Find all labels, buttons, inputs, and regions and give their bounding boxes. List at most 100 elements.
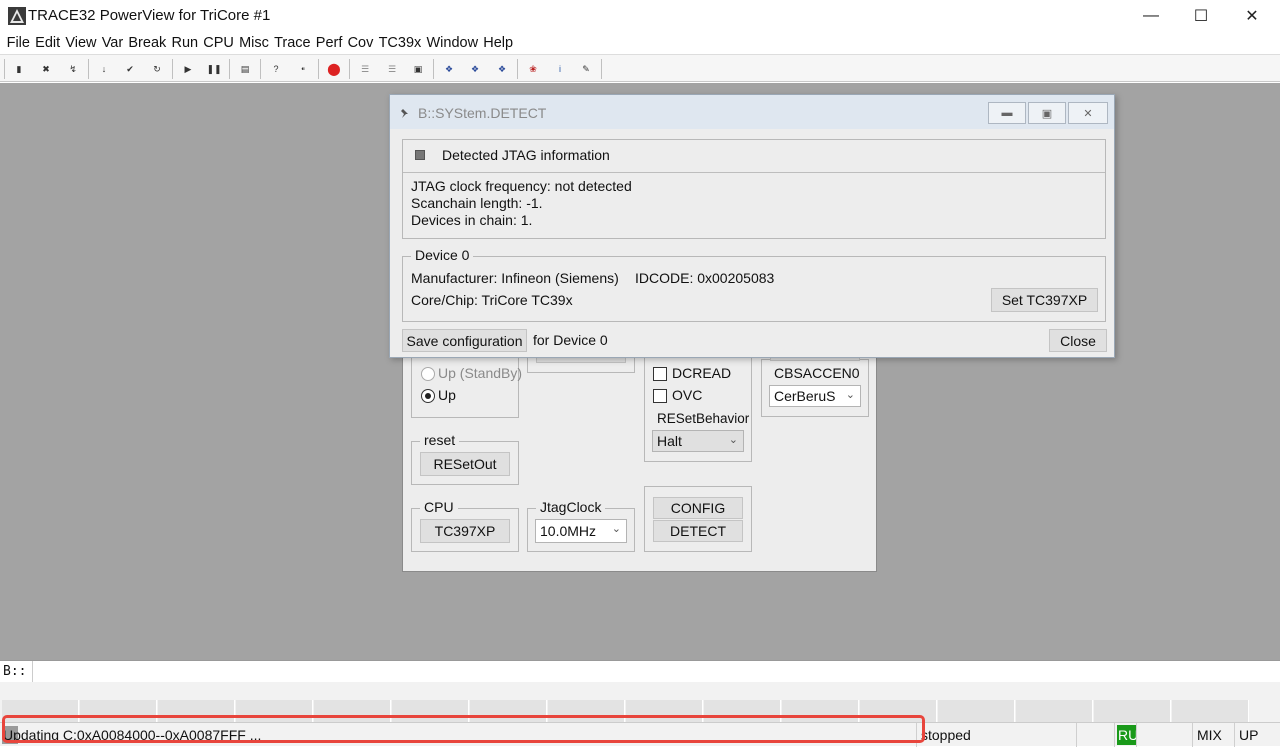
toolbar-separator — [349, 59, 350, 79]
command-prompt: B:: — [3, 664, 27, 679]
go-icon[interactable]: ▶ — [176, 57, 200, 81]
chevron-down-icon: ⌄ — [611, 523, 621, 535]
menu-window[interactable]: Window — [424, 35, 481, 51]
close-button[interactable]: Close — [1049, 329, 1107, 352]
toolbar-separator — [318, 59, 319, 79]
softkey[interactable] — [1172, 700, 1249, 722]
list-icon[interactable]: ▤ — [233, 57, 257, 81]
softkey[interactable] — [938, 700, 1015, 722]
menu-cpu[interactable]: CPU — [201, 35, 237, 51]
stop-icon[interactable]: ⬤ — [322, 57, 346, 81]
cpu-group-label: CPU — [420, 499, 458, 515]
maximize-icon[interactable]: ☐ — [1176, 0, 1226, 32]
per-icon-3[interactable]: ❖ — [490, 57, 514, 81]
toolbar-separator — [517, 59, 518, 79]
per-icon-1[interactable]: ❖ — [437, 57, 461, 81]
toolbar-separator — [229, 59, 230, 79]
per-icon-2[interactable]: ❖ — [463, 57, 487, 81]
up-indicator: UP — [1234, 723, 1280, 747]
set-tc397xp-button[interactable]: Set TC397XP — [991, 288, 1098, 312]
menu-break[interactable]: Break — [126, 35, 169, 51]
system-settings-window: Up (StandBy) Up DCREAD OVC RESetBehavior… — [402, 344, 877, 572]
detect-dialog-title: B::SYStem.DETECT — [418, 105, 547, 121]
save-configuration-button[interactable]: Save configuration — [402, 329, 527, 352]
toolbar-separator — [433, 59, 434, 79]
menu-perf[interactable]: Perf — [313, 35, 345, 51]
command-line: B:: — [0, 660, 1280, 682]
radio-up-standby[interactable] — [421, 367, 435, 381]
pin-icon[interactable] — [400, 108, 410, 118]
menu-cov[interactable]: Cov — [345, 35, 376, 51]
title-bar: TRACE32 PowerView for TriCore #1 — ☐ ✕ — [0, 0, 1280, 32]
softkey[interactable] — [1016, 700, 1093, 722]
menu-tc39x[interactable]: TC39x — [376, 35, 424, 51]
tool-icon[interactable]: ✎ — [574, 57, 598, 81]
minimize-icon[interactable]: — — [1126, 0, 1176, 32]
menu-var[interactable]: Var — [99, 35, 126, 51]
break-icon[interactable]: ❚❚ — [202, 57, 226, 81]
device-0-label: Device 0 — [411, 247, 474, 263]
radio-up[interactable] — [421, 389, 435, 403]
softkey[interactable] — [1094, 700, 1171, 722]
config-button[interactable]: CONFIG — [653, 497, 743, 519]
reset-behavior-select[interactable]: Halt ⌄ — [652, 430, 744, 452]
jtagclock-select[interactable]: 10.0MHz ⌄ — [535, 519, 627, 543]
menu-view[interactable]: View — [63, 35, 99, 51]
maximize-icon[interactable]: ▣ — [1028, 102, 1066, 124]
toolbar-separator — [88, 59, 89, 79]
cpu-select-button[interactable]: TC397XP — [420, 519, 510, 543]
toolbar: ▮ ✖ ↯ ↓ ✔ ↻ ▶ ❚❚ ▤ ? ⁌ ⬤ ☰ ☰ ▣ ❖ ❖ ❖ ❀ i… — [0, 54, 1280, 82]
run-indicator: RU — [1114, 723, 1136, 747]
info-box-icon — [415, 150, 425, 160]
status-spacer — [1076, 723, 1114, 747]
jtagclock-value: 10.0MHz — [540, 523, 597, 539]
jtag-info-header: Detected JTAG information — [442, 147, 610, 163]
list-source-icon[interactable]: ☰ — [353, 57, 377, 81]
info-icon[interactable]: i — [548, 57, 572, 81]
menu-misc[interactable]: Misc — [236, 35, 271, 51]
bug-icon[interactable]: ❀ — [521, 57, 545, 81]
return-icon[interactable]: ↻ — [145, 57, 169, 81]
for-device-label: for Device 0 — [533, 332, 608, 348]
dcread-checkbox[interactable] — [653, 367, 667, 381]
idcode-text: IDCODE: 0x00205083 — [635, 270, 775, 286]
memory-icon[interactable]: ▣ — [406, 57, 430, 81]
ovc-checkbox[interactable] — [653, 389, 667, 403]
jtag-clock-line: JTAG clock frequency: not detected — [411, 178, 632, 194]
cbsaccen-value: CerBeruS — [774, 388, 836, 404]
detect-button[interactable]: DETECT — [653, 520, 743, 542]
status-spacer-2 — [1136, 723, 1192, 747]
window-title: TRACE32 PowerView for TriCore #1 — [28, 7, 271, 24]
close-icon[interactable]: ✕ — [1068, 102, 1108, 124]
toolbar-separator — [260, 59, 261, 79]
toolbar-separator — [601, 59, 602, 79]
step-out-icon[interactable]: ↯ — [61, 57, 85, 81]
help-context-icon[interactable]: ⁌ — [291, 57, 315, 81]
down-icon[interactable]: ↓ — [92, 57, 116, 81]
target-state: stopped — [916, 723, 1076, 747]
menu-trace[interactable]: Trace — [271, 35, 313, 51]
reset-out-button[interactable]: RESetOut — [420, 452, 510, 476]
close-window-icon[interactable]: ✕ — [1227, 0, 1277, 32]
minimize-icon[interactable]: ▬ — [988, 102, 1026, 124]
cbsaccen-select[interactable]: CerBeruS ⌄ — [769, 385, 861, 407]
menu-file[interactable]: File — [4, 35, 33, 51]
jtag-info-divider — [403, 172, 1105, 173]
radio-up-standby-label: Up (StandBy) — [438, 365, 523, 381]
status-highlight-box — [2, 715, 925, 743]
step-over-icon[interactable]: ✖ — [34, 57, 58, 81]
menu-edit[interactable]: Edit — [33, 35, 63, 51]
list-mixed-icon[interactable]: ☰ — [380, 57, 404, 81]
cbsaccen-label: CBSACCEN0 — [770, 365, 864, 381]
config-detect-group — [644, 486, 752, 552]
step-into-icon[interactable]: ▮ — [7, 57, 31, 81]
menu-bar: File Edit View Var Break Run CPU Misc Tr… — [0, 32, 1280, 54]
chevron-down-icon: ⌄ — [845, 389, 855, 401]
reset-behavior-label: RESetBehavior — [657, 411, 750, 426]
command-input[interactable] — [32, 661, 1277, 682]
detect-title-bar: B::SYStem.DETECT ▬ ▣ ✕ — [390, 95, 1114, 129]
menu-help[interactable]: Help — [481, 35, 516, 51]
check-icon[interactable]: ✔ — [118, 57, 142, 81]
menu-run[interactable]: Run — [169, 35, 201, 51]
help-icon[interactable]: ? — [264, 57, 288, 81]
